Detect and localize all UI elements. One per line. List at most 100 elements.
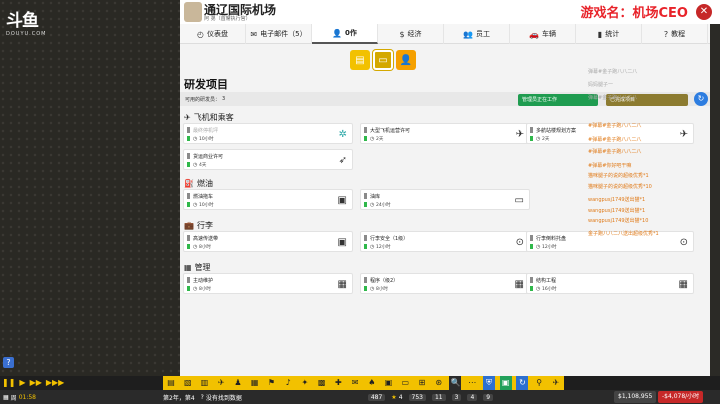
dashboard-icon: ◴ — [197, 29, 204, 39]
feed-line: wangpusj1749送出猫*1 — [588, 197, 646, 203]
status-line: ▦ 周 01:58 第2年，第4 ? 没有找到数据 487 ★ 4 753 11 … — [0, 390, 720, 404]
research-card[interactable]: 最终停机坪 10小时 ✲ — [183, 123, 353, 144]
tab-1[interactable]: ✉ 电子邮件（5） — [246, 24, 312, 44]
progress-indicator — [187, 162, 190, 167]
toolbar-tool-icon[interactable]: ▩ — [316, 376, 328, 390]
research-card[interactable]: 货运商业许可 4天 ➶ — [183, 149, 353, 170]
status-bar — [530, 127, 533, 133]
progress-indicator — [530, 136, 533, 141]
calendar-icon: ▦ — [3, 393, 9, 401]
project-duration: 2天 — [370, 136, 383, 142]
research-card[interactable]: 行李安全（1级） 12小时 ⊙ — [360, 231, 530, 252]
research-card[interactable]: 大型飞机运营许可 2天 ✈ — [360, 123, 530, 144]
toolbar-tool-icon[interactable]: ↻ — [516, 376, 529, 390]
passenger-count: 487 — [365, 393, 388, 401]
progress-indicator — [530, 244, 533, 249]
feed-line: #弹幕#金子跑八八二八 — [588, 149, 642, 155]
research-card[interactable]: 高速传送带 8小时 ▣ — [183, 231, 353, 252]
research-card[interactable]: 主动维护 8小时 ▦ — [183, 273, 353, 294]
project-icon: ▦ — [337, 279, 347, 290]
play-icon[interactable]: ▶ — [19, 378, 25, 388]
feed-line: 猫咪腿子的说的超级优秀*10 — [588, 184, 652, 190]
subtabs: ▤ ▭ 👤 — [350, 50, 416, 70]
laptop-icon[interactable]: ▭ — [373, 50, 393, 70]
project-duration: 2天 — [536, 136, 549, 142]
research-card[interactable]: 油库 24小时 ▭ — [360, 189, 530, 210]
tab-6[interactable]: ▮ 统计 — [576, 24, 642, 44]
luggage-icon: 💼 — [184, 221, 194, 230]
count-2: 11 — [429, 393, 449, 401]
chart-icon[interactable]: ▤ — [350, 50, 370, 70]
toolbar-tool-icon[interactable]: ▣ — [383, 376, 395, 390]
toolbar-tool-icon[interactable]: ⋯ — [466, 376, 478, 390]
tab-label: 统计 — [605, 30, 620, 38]
toolbar-tool-icon[interactable]: ♪ — [282, 376, 294, 390]
toolbar-tool-icon[interactable]: ▤ — [165, 376, 177, 390]
project-duration: 16小时 — [536, 286, 557, 292]
project-name: 大型飞机运营许可 — [370, 128, 411, 134]
category-0: ✈ 飞机和乘客 — [184, 112, 234, 123]
toolbar-tool-icon[interactable]: ⚲ — [533, 376, 545, 390]
toolbar-tool-icon[interactable]: ▥ — [198, 376, 210, 390]
progress-indicator — [364, 244, 367, 249]
toolbar-tool-icon[interactable]: ▣ — [499, 376, 512, 390]
tab-label: 员工 — [475, 30, 490, 38]
toolbar-tool-icon[interactable]: ▧ — [182, 376, 194, 390]
fast-icon[interactable]: ▶▶ — [30, 378, 42, 388]
car-icon: 🚗 — [529, 29, 539, 39]
toolbar-tool-icon[interactable]: ⚑ — [265, 376, 277, 390]
progress-indicator — [187, 136, 190, 141]
status-bar — [187, 193, 190, 199]
toolbar-tool-icon[interactable]: ✦ — [299, 376, 311, 390]
ceo-avatar[interactable] — [184, 2, 202, 22]
toolbar-tool-icon[interactable]: ✈ — [215, 376, 227, 390]
progress-indicator — [364, 136, 367, 141]
feed-line: 猫咪腿子的说的超级优秀*1 — [588, 173, 649, 179]
ceo-name: 阿 弟（首席执行官） — [204, 16, 251, 22]
tab-4[interactable]: 👥 员工 — [444, 24, 510, 44]
year-quarter: 第2年，第4 — [163, 394, 195, 402]
tab-5[interactable]: 🚗 车辆 — [510, 24, 576, 44]
toolbar-tool-icon[interactable]: ✉ — [349, 376, 361, 390]
toolbar-tool-icon[interactable]: ⛨ — [482, 376, 495, 390]
research-card[interactable]: 燃油拖车 10小时 ▣ — [183, 189, 353, 210]
feed-line: #弹幕#金子跑八八二八 — [588, 137, 642, 143]
progress-indicator — [187, 202, 190, 207]
main-nav: ◴ 仪表盘 ✉ 电子邮件（5） 👤 0作 $ 经济 👥 员工 🚗 车辆 ▮ 统计? 教程 — [180, 24, 710, 44]
help-icon[interactable]: ? — [3, 357, 14, 368]
day-label: 周 — [10, 394, 17, 402]
person-icon[interactable]: 👤 — [396, 50, 416, 70]
toolbar-tool-icon[interactable]: ✚ — [332, 376, 344, 390]
toolbar-tool-icon[interactable]: ▭ — [399, 376, 411, 390]
header: 通辽国际机场 阿 弟（首席执行官） 游戏名：机场CEO ✕ — [180, 0, 720, 24]
project-name: 货运商业许可 — [193, 154, 224, 160]
category-1: ⛽ 燃油 — [184, 178, 213, 189]
toolbar-tool-icon[interactable]: ♠ — [366, 376, 378, 390]
tab-0[interactable]: ◴ 仪表盘 — [180, 24, 246, 44]
close-button[interactable]: ✕ — [696, 4, 712, 20]
toolbar-tool-icon[interactable]: ⊛ — [433, 376, 445, 390]
feed-line: wangpusj1749送出猫*1 — [588, 208, 646, 214]
feed-line: #弹幕#你好吧干嘛 — [588, 163, 632, 169]
tab-3[interactable]: $ 经济 — [378, 24, 444, 44]
tab-7[interactable]: ? 教程 — [642, 24, 708, 44]
toolbar-tool-icon[interactable]: ✈ — [550, 376, 562, 390]
toolbar-tool-icon[interactable]: ♟ — [232, 376, 244, 390]
count-3: 3 — [449, 393, 465, 401]
clock: ▦ 周 01:58 — [0, 393, 160, 402]
project-icon: ▣ — [337, 237, 347, 248]
toolbar-tool-icon[interactable]: 🔍 — [449, 376, 462, 390]
progress-indicator — [530, 286, 533, 291]
project-icon: ✲ — [338, 129, 347, 140]
faster-icon[interactable]: ▶▶▶ — [46, 378, 64, 388]
speed-controls: ❚❚ ▶ ▶▶ ▶▶▶ — [2, 378, 64, 388]
tab-2[interactable]: 👤 0作 — [312, 24, 378, 44]
pause-icon[interactable]: ❚❚ — [2, 378, 15, 388]
status-bar — [187, 153, 190, 159]
status-bar — [364, 127, 367, 133]
person-icon: 👤 — [332, 28, 343, 38]
toolbar-tool-icon[interactable]: ▦ — [249, 376, 261, 390]
project-name: 油库 — [370, 194, 381, 200]
research-card[interactable]: 程序（级2） 8小时 ▦ — [360, 273, 530, 294]
toolbar-tool-icon[interactable]: ⊞ — [416, 376, 428, 390]
